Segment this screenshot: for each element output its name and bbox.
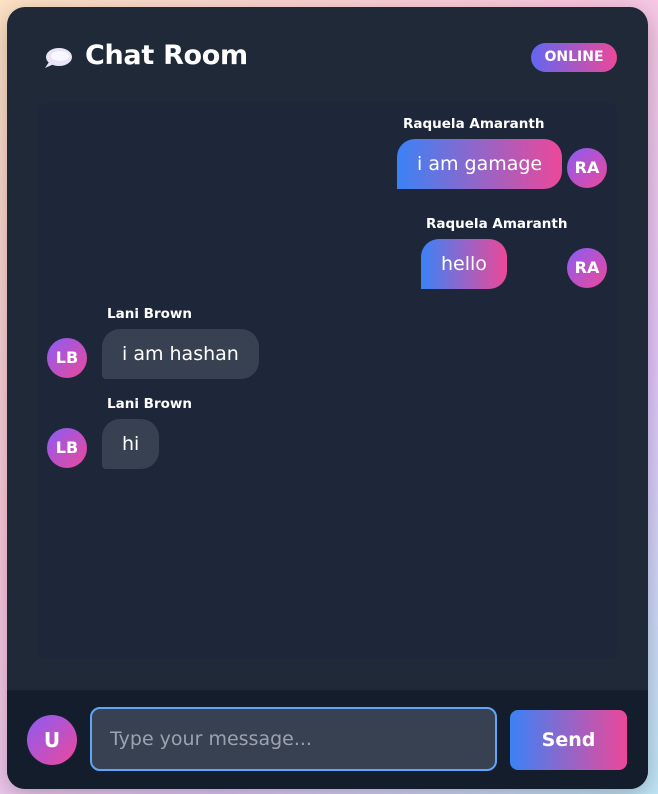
status-badge: ONLINE <box>531 43 617 72</box>
message-sender: Lani Brown <box>107 396 192 412</box>
avatar: RA <box>567 148 607 188</box>
page-title: Chat Room <box>85 40 248 71</box>
avatar: LB <box>47 428 87 468</box>
avatar: RA <box>567 248 607 288</box>
send-button[interactable]: Send <box>510 710 627 770</box>
message-sender: Raquela Amaranth <box>403 116 545 132</box>
message-bubble: i am hashan <box>102 329 259 379</box>
message-bubble: i am gamage <box>397 139 563 189</box>
message-sender: Raquela Amaranth <box>426 216 568 232</box>
composer-bar: U Send <box>7 690 648 789</box>
speech-bubble-icon <box>45 48 72 68</box>
avatar: LB <box>47 338 87 378</box>
chat-header: Chat Room ONLINE <box>7 7 648 103</box>
message-input[interactable] <box>90 707 497 771</box>
message-sender: Lani Brown <box>107 306 192 322</box>
user-avatar[interactable]: U <box>27 715 77 765</box>
message-bubble: hi <box>102 419 160 469</box>
chat-window: Chat Room ONLINE Raquela Amaranth i am g… <box>7 7 648 789</box>
message-list[interactable]: Raquela Amaranth i am gamage RA Raquela … <box>37 103 617 659</box>
message-bubble: hello <box>421 239 507 289</box>
